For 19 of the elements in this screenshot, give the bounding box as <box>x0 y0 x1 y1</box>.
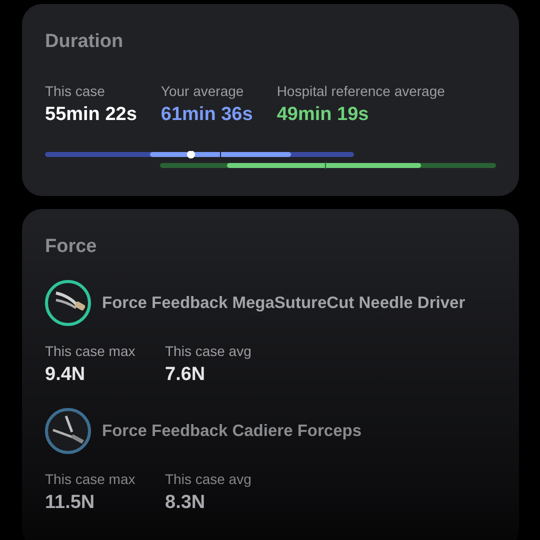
stat-label: This case max <box>45 343 136 359</box>
case-marker <box>187 151 195 158</box>
stat-label: This case avg <box>165 471 252 487</box>
stat-label: Your average <box>160 83 245 99</box>
stat-value: 9.4N <box>45 364 86 386</box>
stat-label: Hospital reference average <box>276 83 445 99</box>
stat-label: This case <box>45 83 106 99</box>
stat-value: 11.5N <box>45 492 96 514</box>
stat-value: 61min 36s <box>160 104 253 126</box>
stat-label: This case max <box>45 471 136 487</box>
instrument-name: Force Feedback MegaSutureCut Needle Driver <box>102 294 466 312</box>
stat-value: 7.6N <box>165 364 206 386</box>
stat-value: 55min 22s <box>45 104 137 126</box>
stat-label: This case avg <box>165 343 252 359</box>
instrument-name: Force Feedback Cadiere Forceps <box>102 422 362 440</box>
card-title: Duration <box>45 31 124 53</box>
card-title: Force <box>45 236 98 258</box>
stat-value: 49min 19s <box>276 104 370 126</box>
stat-value: 8.3N <box>165 492 206 514</box>
